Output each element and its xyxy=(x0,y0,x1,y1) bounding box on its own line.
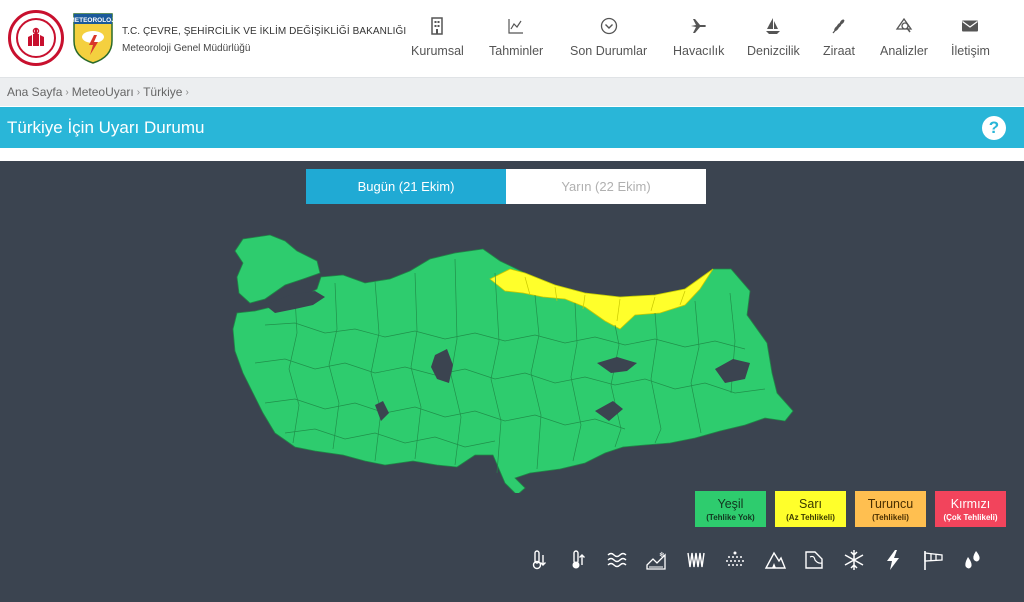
rain-icon xyxy=(805,550,823,569)
warning-panel: Bugün (21 Ekim) Yarın (22 Ekim) Yeşil (T… xyxy=(0,161,1024,602)
legend-red: Kırmızı (Çok Tehlikeli) xyxy=(935,491,1006,527)
legend-orange: Turuncu (Tehlikeli) xyxy=(855,491,926,527)
dust-icon xyxy=(726,551,744,566)
page-title: Türkiye İçin Uyarı Durumu xyxy=(7,117,205,137)
hazard-heat[interactable] xyxy=(565,547,590,572)
turkey-warning-map[interactable] xyxy=(225,233,800,493)
hazard-rain[interactable] xyxy=(802,547,827,572)
nav-label: İletişim xyxy=(951,44,990,58)
wheat-icon xyxy=(832,19,845,34)
breadcrumb-separator-icon: › xyxy=(65,86,69,98)
nav-label: Tahminler xyxy=(489,44,544,58)
nav-label: Denizcilik xyxy=(747,44,800,58)
meteoroloji-logo[interactable]: METEOROLOJİ xyxy=(69,11,117,65)
legend-yellow: Sarı (Az Tehlikeli) xyxy=(775,491,846,527)
sailboat-icon xyxy=(766,18,781,34)
nav-label: Ziraat xyxy=(823,44,855,58)
chevron-circle-icon xyxy=(600,17,617,35)
legend-sub: (Çok Tehlikeli) xyxy=(943,512,998,522)
hazard-fog[interactable] xyxy=(604,547,629,572)
ministry-emblem-icon xyxy=(28,27,44,46)
hazard-filter-bar: ❄ xyxy=(525,547,985,572)
fog-icon xyxy=(607,552,626,567)
snowflake-icon xyxy=(844,549,863,570)
hazard-drops[interactable] xyxy=(960,547,985,572)
nav-ziraat[interactable]: Ziraat xyxy=(823,15,855,65)
snow-melt-icon: ❄ xyxy=(646,551,666,570)
legend-sub: (Az Tehlikeli) xyxy=(786,512,835,522)
svg-text:❄: ❄ xyxy=(659,551,665,559)
nav-label: Kurumsal xyxy=(411,44,464,58)
analysis-icon xyxy=(895,17,913,33)
nav-son-durumlar[interactable]: Son Durumlar xyxy=(570,15,647,65)
tab-tomorrow[interactable]: Yarın (22 Ekim) xyxy=(506,169,706,204)
help-button[interactable]: ? xyxy=(982,116,1006,140)
cold-icon xyxy=(532,549,546,569)
nav-label: Havacılık xyxy=(673,44,725,58)
drops-icon xyxy=(965,550,980,568)
avalanche-icon xyxy=(686,552,705,567)
breadcrumb-home[interactable]: Ana Sayfa xyxy=(7,85,62,99)
heat-icon xyxy=(572,549,585,568)
nav-label: Son Durumlar xyxy=(570,44,648,58)
hazard-dust[interactable] xyxy=(723,547,748,572)
legend-label: Kırmızı xyxy=(950,496,991,511)
hazard-mountain[interactable] xyxy=(762,547,787,572)
legend-label: Turuncu xyxy=(867,496,914,511)
nav-havacilik[interactable]: Havacılık xyxy=(673,15,724,65)
breadcrumb-turkiye[interactable]: Türkiye xyxy=(143,85,182,99)
nav-kurumsal[interactable]: Kurumsal xyxy=(411,15,464,65)
hazard-wind[interactable] xyxy=(920,547,945,572)
legend-green: Yeşil (Tehlike Yok) xyxy=(695,491,766,527)
breadcrumb-meteouyari[interactable]: MeteoUyarı xyxy=(72,85,134,99)
wind-icon xyxy=(923,550,943,570)
legend-sub: (Tehlikeli) xyxy=(872,512,909,522)
legend-label: Sarı xyxy=(799,496,822,511)
breadcrumb-separator-icon: › xyxy=(136,86,141,98)
lightning-icon xyxy=(887,549,899,570)
nav-tahminler[interactable]: Tahminler xyxy=(489,15,543,65)
hazard-avalanche[interactable] xyxy=(683,547,708,572)
directorate-name: Meteoroloji Genel Müdürlüğü xyxy=(122,43,251,54)
hazard-thunderstorm[interactable] xyxy=(881,547,906,572)
nav-iletisim[interactable]: İletişim xyxy=(951,15,990,65)
main-nav: Kurumsal Tahminler Son Durumlar Havacılı… xyxy=(398,0,1024,77)
breadcrumb-separator-icon: › xyxy=(185,86,189,98)
hazard-cold[interactable] xyxy=(525,547,550,572)
mountain-icon xyxy=(764,551,786,569)
nav-analizler[interactable]: Analizler xyxy=(880,15,928,65)
ministry-logo[interactable] xyxy=(8,10,64,66)
building-icon xyxy=(431,17,444,35)
met-logo-text: METEOROLOJİ xyxy=(72,16,114,24)
site-header: METEOROLOJİ T.C. ÇEVRE, ŞEHİRCİLİK VE İK… xyxy=(0,0,1024,77)
warning-legend: Yeşil (Tehlike Yok) Sarı (Az Tehlikeli) … xyxy=(695,491,1006,527)
plane-icon xyxy=(690,19,706,33)
nav-label: Analizler xyxy=(880,44,928,58)
breadcrumb: Ana Sayfa › MeteoUyarı › Türkiye › xyxy=(0,77,1024,106)
legend-label: Yeşil xyxy=(717,496,744,511)
title-bar: Türkiye İçin Uyarı Durumu ? xyxy=(0,107,1024,148)
envelope-icon xyxy=(962,20,979,32)
tab-today[interactable]: Bugün (21 Ekim) xyxy=(306,169,506,204)
ministry-name: T.C. ÇEVRE, ŞEHİRCİLİK VE İKLİM DEĞİŞİKL… xyxy=(122,26,407,37)
legend-sub: (Tehlike Yok) xyxy=(706,512,755,522)
chart-icon xyxy=(508,19,524,34)
nav-denizcilik[interactable]: Denizcilik xyxy=(747,15,800,65)
day-tabs: Bugün (21 Ekim) Yarın (22 Ekim) xyxy=(306,169,706,204)
hazard-snow-melt[interactable]: ❄ xyxy=(644,547,669,572)
hazard-snow[interactable] xyxy=(841,547,866,572)
